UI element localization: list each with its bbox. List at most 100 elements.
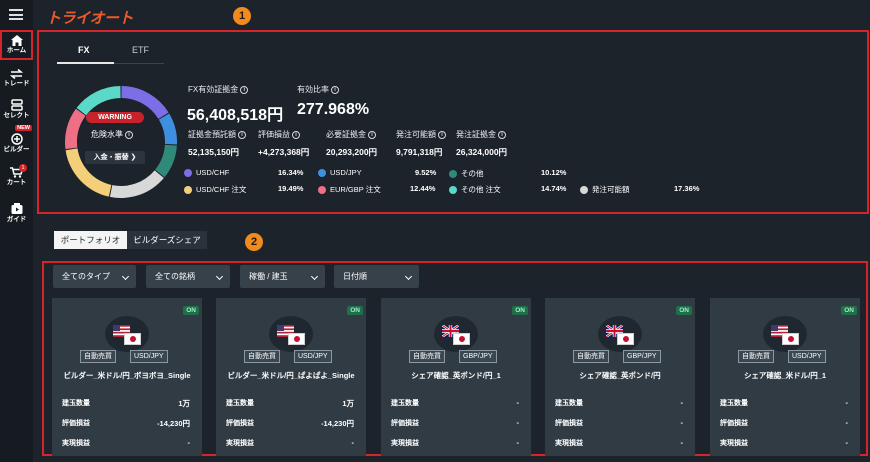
pair-chip: USD/JPY <box>294 350 332 363</box>
legend-item: その他 <box>449 168 484 179</box>
metric-label: 必要証拠金 i <box>326 129 376 140</box>
sidebar-item-select[interactable]: セレクト <box>0 96 33 126</box>
metric-value: 9,791,318円 <box>396 147 443 157</box>
row-label: 建玉数量 <box>391 400 419 407</box>
effective-margin-value: 56,408,518円 <box>187 107 284 124</box>
sidebar-item-cart[interactable]: 1 カート <box>0 164 33 194</box>
jp-flag-icon <box>617 333 634 345</box>
guide-icon <box>11 203 22 214</box>
sidebar-item-home[interactable]: ホーム <box>0 30 33 60</box>
row-label: 建玉数量 <box>62 400 90 407</box>
pair-chip: GBP/JPY <box>459 350 497 363</box>
card-title: シェア確認_英ポンド/円_1 <box>411 371 501 380</box>
portfolio-card[interactable]: ON 自動売買 USD/JPY ビルダー_米ドル/円_ぱよぱよ_Single 建… <box>216 298 366 456</box>
annotation-marker-1: 1 <box>233 7 251 25</box>
jp-flag-icon <box>288 333 305 345</box>
sidebar-item-label: ビルダー <box>3 146 30 153</box>
row-label: 評価損益 <box>391 420 419 427</box>
type-filter-dropdown[interactable]: 全てのタイプ <box>53 265 136 288</box>
jp-flag-icon <box>124 333 141 345</box>
position-value: - <box>680 398 684 407</box>
tab-active-indicator <box>57 62 114 64</box>
sidebar-item-trade[interactable]: トレード <box>0 66 33 96</box>
symbol-filter-dropdown[interactable]: 全ての銘柄 <box>146 265 230 288</box>
allocation-donut-chart <box>65 86 177 198</box>
row-label: 評価損益 <box>720 420 748 427</box>
legend-value: 10.12% <box>541 168 567 177</box>
info-icon[interactable]: i <box>368 130 376 139</box>
trade-icon <box>10 69 23 79</box>
position-value: 1万 <box>342 399 354 408</box>
type-chip: 自動売買 <box>80 350 116 363</box>
brand-logo[interactable]: トライオート <box>46 7 134 28</box>
row-label: 実現損益 <box>226 440 254 447</box>
row-label: 実現損益 <box>720 440 748 447</box>
currency-pair-flag-icon <box>105 316 149 352</box>
realized-value: - <box>845 438 849 447</box>
legend-dot <box>449 169 457 178</box>
sidebar-item-label: ガイド <box>6 216 27 223</box>
realized-value: - <box>680 438 684 447</box>
sidebar-item-guide[interactable]: ガイド <box>0 200 33 230</box>
tab-builders-share[interactable]: ビルダーズシェア <box>127 231 207 249</box>
metric-label: 発注証拠金 i <box>456 129 506 140</box>
info-icon[interactable]: i <box>240 85 249 94</box>
deposit-transfer-button[interactable]: 入金・振替 ❯ <box>85 151 145 164</box>
portfolio-card[interactable]: ON 自動売買 USD/JPY ビルダー_米ドル/円_ボヨボヨ_Single 建… <box>52 298 202 456</box>
status-badge: ON <box>841 306 857 315</box>
legend-item: USD/JPY <box>318 168 362 177</box>
legend-dot <box>449 185 457 194</box>
chevron-down-icon <box>404 272 413 281</box>
legend-value: 12.44% <box>410 184 436 193</box>
metric-value: +4,273,368円 <box>258 147 310 157</box>
legend-value: 19.49% <box>278 184 304 193</box>
sidebar-item-label: トレード <box>3 80 30 87</box>
row-label: 評価損益 <box>62 420 90 427</box>
donut-segment <box>76 86 121 116</box>
sidebar-item-builder[interactable]: NEW ビルダー <box>0 125 33 160</box>
tab-portfolio[interactable]: ポートフォリオ <box>54 231 127 249</box>
row-label: 建玉数量 <box>555 400 583 407</box>
info-icon[interactable]: i <box>331 85 339 94</box>
legend-value: 9.52% <box>415 168 437 177</box>
portfolio-card[interactable]: ON 自動売買 GBP/JPY シェア確認_英ポンド/円_1 建玉数量 - 評価… <box>381 298 531 456</box>
card-title: シェア確認_英ポンド/円 <box>579 371 661 380</box>
donut-segment <box>65 108 86 150</box>
card-title: ビルダー_米ドル/円_ぱよぱよ_Single <box>227 371 355 380</box>
sort-order-dropdown[interactable]: 日付順 <box>334 265 419 288</box>
info-icon[interactable]: i <box>125 130 133 139</box>
realized-value: - <box>516 438 520 447</box>
pl-value: - <box>516 418 520 427</box>
info-icon[interactable]: i <box>498 130 506 139</box>
danger-level-label: 危険水準 i <box>91 129 133 140</box>
chevron-down-icon <box>310 272 319 281</box>
hamburger-menu-icon[interactable] <box>9 9 23 20</box>
select-icon <box>10 99 23 111</box>
metric-value: 20,293,200円 <box>326 147 378 157</box>
pair-chip: USD/JPY <box>788 350 826 363</box>
new-badge: NEW <box>15 125 32 131</box>
legend-item: USD/CHF <box>184 168 229 177</box>
metric-label: 評価損益 i <box>258 129 300 140</box>
legend-value: 14.74% <box>541 184 567 193</box>
pl-value: - <box>680 418 684 427</box>
sidebar-item-label: カート <box>6 179 27 186</box>
status-filter-dropdown[interactable]: 稼働 / 建玉 <box>240 265 325 288</box>
info-icon[interactable]: i <box>238 130 246 139</box>
tab-etf[interactable]: ETF <box>132 45 149 55</box>
legend-dot <box>580 185 588 194</box>
portfolio-card[interactable]: ON 自動売買 USD/JPY シェア確認_米ドル/円_1 建玉数量 - 評価損… <box>710 298 860 456</box>
effective-ratio-label: 有効比率 i <box>297 84 339 95</box>
legend-item: 発注可能額 <box>580 184 630 195</box>
tab-fx[interactable]: FX <box>78 45 90 55</box>
currency-pair-flag-icon <box>598 316 642 352</box>
sidebar-item-label: ホーム <box>6 47 27 54</box>
info-icon[interactable]: i <box>438 130 446 139</box>
info-icon[interactable]: i <box>292 130 300 139</box>
portfolio-card[interactable]: ON 自動売買 GBP/JPY シェア確認_英ポンド/円 建玉数量 - 評価損益… <box>545 298 695 456</box>
position-value: - <box>845 398 849 407</box>
row-label: 実現損益 <box>62 440 90 447</box>
donut-segment <box>109 170 164 198</box>
row-label: 評価損益 <box>555 420 583 427</box>
legend-dot <box>318 185 326 194</box>
